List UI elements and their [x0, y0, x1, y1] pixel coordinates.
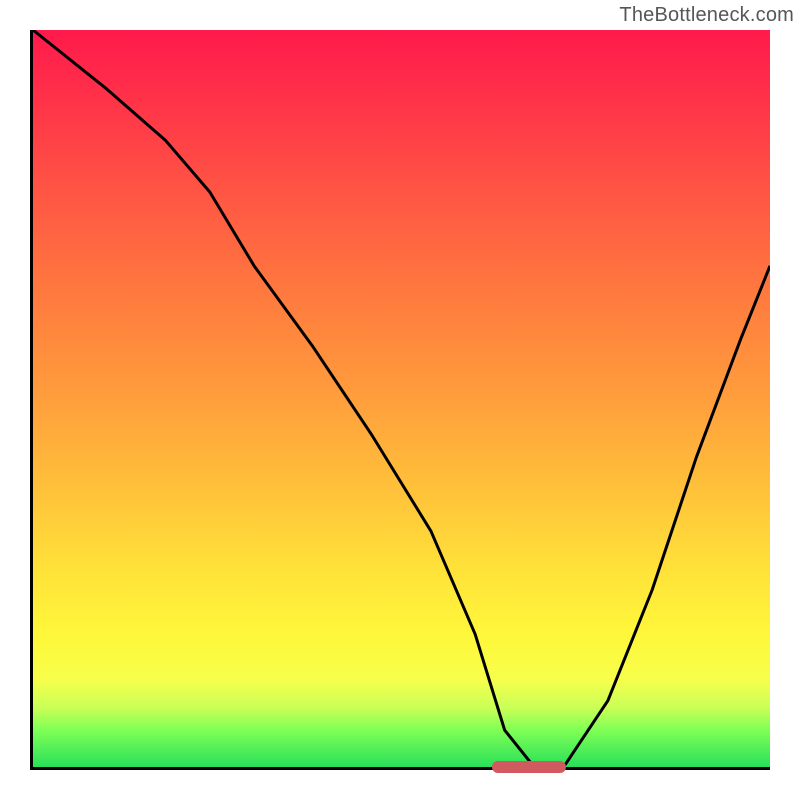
chart-curve-svg [33, 30, 770, 767]
attribution-text: TheBottleneck.com [619, 4, 794, 27]
chart-plot-area [30, 30, 770, 770]
chart-min-marker [492, 761, 566, 773]
chart-curve-path [33, 30, 770, 767]
